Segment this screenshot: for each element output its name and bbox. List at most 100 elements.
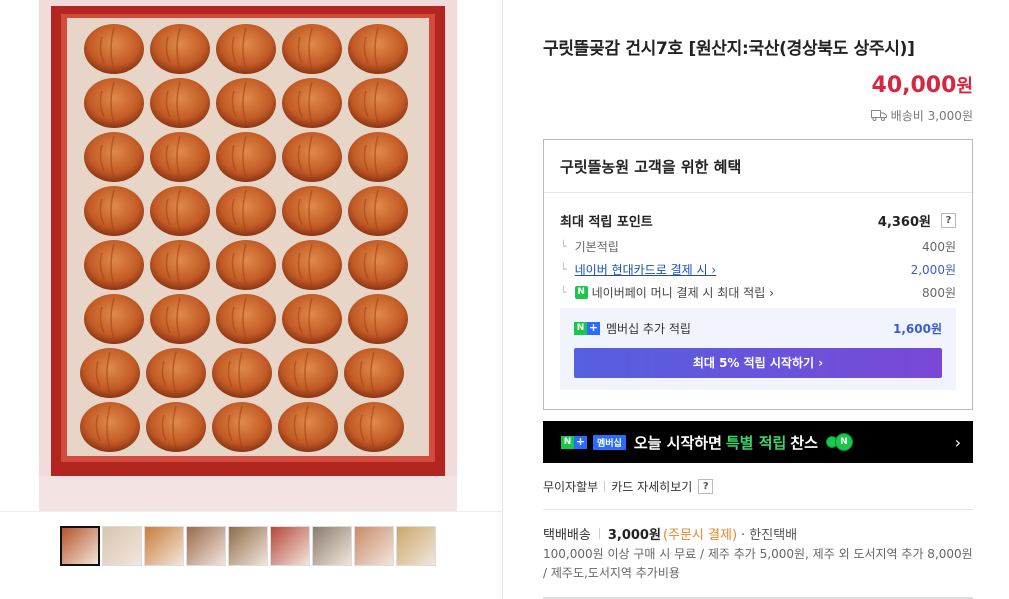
thumbnail-3[interactable] <box>144 526 184 566</box>
persimmon <box>216 132 276 182</box>
persimmon <box>344 402 404 452</box>
truck-icon <box>870 110 887 121</box>
persimmon <box>216 294 276 344</box>
persimmon <box>150 186 210 236</box>
persimmon <box>84 240 144 290</box>
membership-value: 1,600원 <box>893 322 942 336</box>
naver-n-icon: N <box>561 435 574 449</box>
persimmon <box>80 402 140 452</box>
persimmon <box>80 348 140 398</box>
persimmon <box>150 78 210 128</box>
price-unit: 원 <box>956 76 973 97</box>
card-points-value: 2,000원 <box>910 263 956 277</box>
npay-money-link[interactable]: 네이버페이 머니 결제 시 최대 적립 › <box>592 284 774 301</box>
thumbnail-divider <box>0 511 503 512</box>
persimmon <box>282 240 342 290</box>
benefit-box: 구릿뜰농원 고객을 위한 혜택 최대 적립 포인트 4,360원? └ 기본적립 … <box>543 139 973 410</box>
persimmon <box>278 402 338 452</box>
benefit-heading: 구릿뜰농원 고객을 위한 혜택 <box>544 140 972 193</box>
product-title: 구릿뜰곶감 건시7호 [원산지:국산(경상북도 상주시)] <box>543 39 915 59</box>
basic-points-row: └ 기본적립 400원 <box>560 240 956 254</box>
help-icon[interactable]: ? <box>941 213 956 228</box>
shipping-fee: 배송비 3,000원 <box>870 107 973 124</box>
product-image-area <box>0 0 503 599</box>
delivery-carrier: · 한진택배 <box>741 528 798 543</box>
persimmon <box>348 132 408 182</box>
installment-label: 무이자할부 <box>543 480 599 494</box>
persimmon <box>282 294 342 344</box>
thumbnail-7[interactable] <box>312 526 352 566</box>
persimmon <box>216 186 276 236</box>
membership-banner[interactable]: N + 멤버십 오늘 시작하면 특별 적립 찬스 N › <box>543 421 973 463</box>
persimmon <box>282 186 342 236</box>
max-points-value: 4,360원 <box>877 215 931 230</box>
persimmon <box>84 294 144 344</box>
hyundai-card-link[interactable]: 네이버 현대카드로 결제 시 › <box>575 261 717 278</box>
persimmon <box>146 402 206 452</box>
coin-icon: N <box>825 433 853 451</box>
help-icon[interactable]: ? <box>698 479 714 494</box>
thumbnail-5[interactable] <box>228 526 268 566</box>
persimmon <box>348 186 408 236</box>
product-price: 40,000원 <box>872 72 973 98</box>
thumbnail-strip <box>60 526 436 566</box>
thumbnail-2[interactable] <box>102 526 142 566</box>
membership-label: 멤버십 추가 적립 <box>606 322 691 336</box>
thumbnail-4[interactable] <box>186 526 226 566</box>
persimmon <box>282 24 342 74</box>
naverplus-badge: N + <box>561 435 587 449</box>
membership-start-button[interactable]: 최대 5% 적립 시작하기 › <box>574 348 942 378</box>
thumbnail-1[interactable] <box>60 526 100 566</box>
dried-persimmon-box-image <box>39 0 457 511</box>
divider <box>598 528 600 539</box>
persimmon <box>150 240 210 290</box>
card-points-row: └ 네이버 현대카드로 결제 시 › 2,000원 <box>560 261 956 278</box>
banner-text-after: 찬스 <box>790 433 818 452</box>
persimmon <box>348 240 408 290</box>
persimmon <box>216 24 276 74</box>
banner-tag: 멤버십 <box>593 434 626 450</box>
delivery-label: 택배배송 <box>543 528 591 543</box>
delivery-fee: 3,000원 <box>607 528 661 543</box>
persimmon <box>84 186 144 236</box>
persimmon <box>216 78 276 128</box>
thumbnail-6[interactable] <box>270 526 310 566</box>
thumbnail-8[interactable] <box>354 526 394 566</box>
persimmon <box>278 348 338 398</box>
basic-points-label: 기본적립 <box>574 240 619 254</box>
persimmon <box>282 132 342 182</box>
price-amount: 40,000 <box>871 73 957 98</box>
persimmon <box>150 132 210 182</box>
persimmon <box>84 24 144 74</box>
naver-n-icon: N <box>574 286 588 299</box>
npay-points-row: └ N 네이버페이 머니 결제 시 최대 적립 › 800원 <box>560 284 956 301</box>
persimmon <box>146 348 206 398</box>
delivery-note: (주문시 결제) <box>662 528 738 543</box>
delivery-description: 100,000원 이상 구매 시 무료 / 제주 추가 5,000원, 제주 외… <box>543 547 973 580</box>
persimmon <box>84 132 144 182</box>
persimmon <box>216 240 276 290</box>
product-main-image <box>39 0 457 511</box>
thumbnail-9[interactable] <box>396 526 436 566</box>
npay-points-value: 800원 <box>922 286 956 300</box>
persimmon <box>150 24 210 74</box>
banner-highlight: 특별 적립 <box>725 433 787 452</box>
persimmon <box>348 294 408 344</box>
section-divider <box>543 509 973 510</box>
divider <box>604 481 606 492</box>
membership-row: N + 멤버십 추가 적립 1,600원 <box>574 320 942 337</box>
card-detail-link[interactable]: 카드 자세히보기 <box>611 478 692 495</box>
plus-icon: + <box>587 321 600 335</box>
naver-n-icon: N <box>574 322 587 335</box>
persimmon <box>282 78 342 128</box>
persimmon <box>348 78 408 128</box>
chevron-right-icon: › <box>954 432 961 452</box>
naverplus-badge: N + <box>574 322 600 335</box>
basic-points-value: 400원 <box>922 240 956 254</box>
max-points-label: 최대 적립 포인트 <box>560 215 653 230</box>
persimmon <box>212 402 272 452</box>
membership-box: N + 멤버십 추가 적립 1,600원 최대 5% 적립 시작하기 › <box>560 308 956 390</box>
delivery-row: 택배배송 3,000원 (주문시 결제) · 한진택배 <box>543 524 801 543</box>
persimmon <box>84 78 144 128</box>
shipping-fee-text: 배송비 3,000원 <box>890 109 973 123</box>
